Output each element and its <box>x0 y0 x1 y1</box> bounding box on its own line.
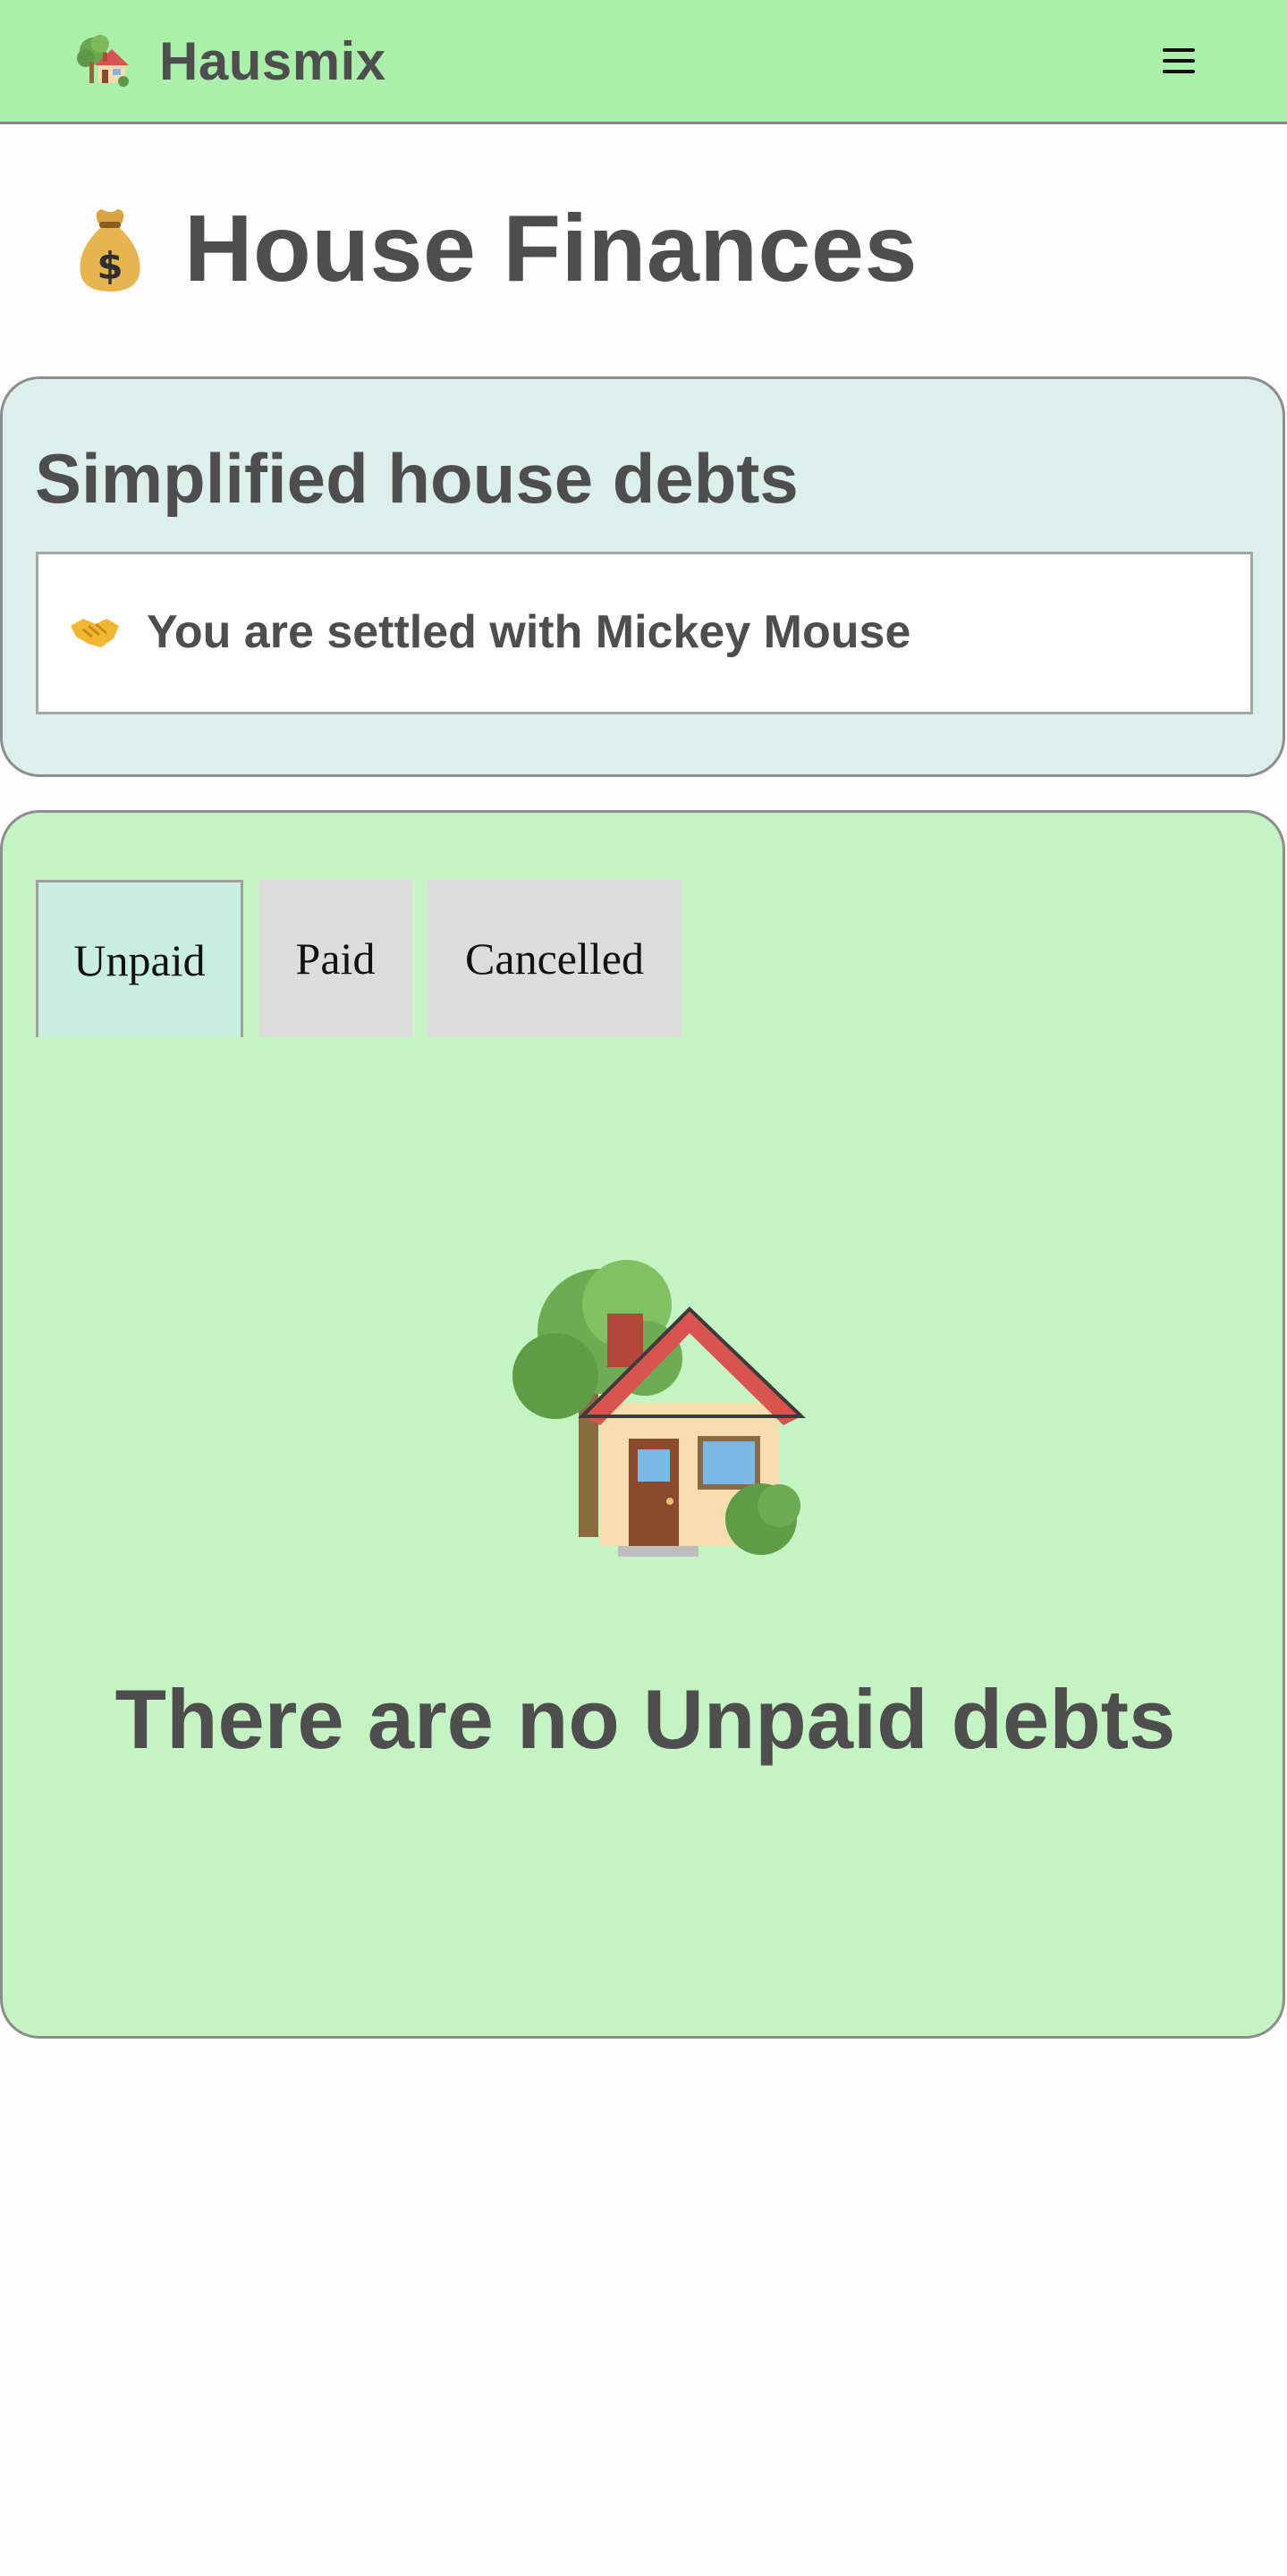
page-header: $ House Finances <box>75 195 918 302</box>
empty-state-message: There are no Unpaid debts <box>114 1672 1176 1766</box>
tab-cancelled[interactable]: Cancelled <box>427 880 682 1037</box>
tab-unpaid[interactable]: Unpaid <box>36 880 243 1037</box>
hamburger-menu-icon[interactable] <box>1154 41 1202 80</box>
simplified-debts-card: Simplified house debts You are settled w… <box>0 376 1285 777</box>
handshake-icon <box>71 619 119 647</box>
simplified-debts-heading: Simplified house debts <box>35 439 799 518</box>
app-name: Hausmix <box>159 30 386 91</box>
menu-bar <box>1163 48 1195 52</box>
brand-link[interactable]: Hausmix <box>75 27 386 95</box>
debts-list-card: Unpaid Paid Cancelled There are no Unpai… <box>0 810 1285 2039</box>
money-bag-icon: $ <box>80 209 140 291</box>
settlement-item: You are settled with Mickey Mouse <box>36 552 1253 714</box>
house-with-garden-icon <box>512 1260 806 1557</box>
settlement-text: You are settled with Mickey Mouse <box>147 606 911 658</box>
house-with-garden-icon <box>77 35 129 87</box>
svg-text:$: $ <box>97 244 123 288</box>
menu-bar <box>1163 59 1195 63</box>
top-navbar: Hausmix <box>0 0 1287 124</box>
tab-paid[interactable]: Paid <box>258 880 412 1037</box>
menu-bar <box>1163 70 1195 73</box>
page-title: House Finances <box>184 195 918 301</box>
